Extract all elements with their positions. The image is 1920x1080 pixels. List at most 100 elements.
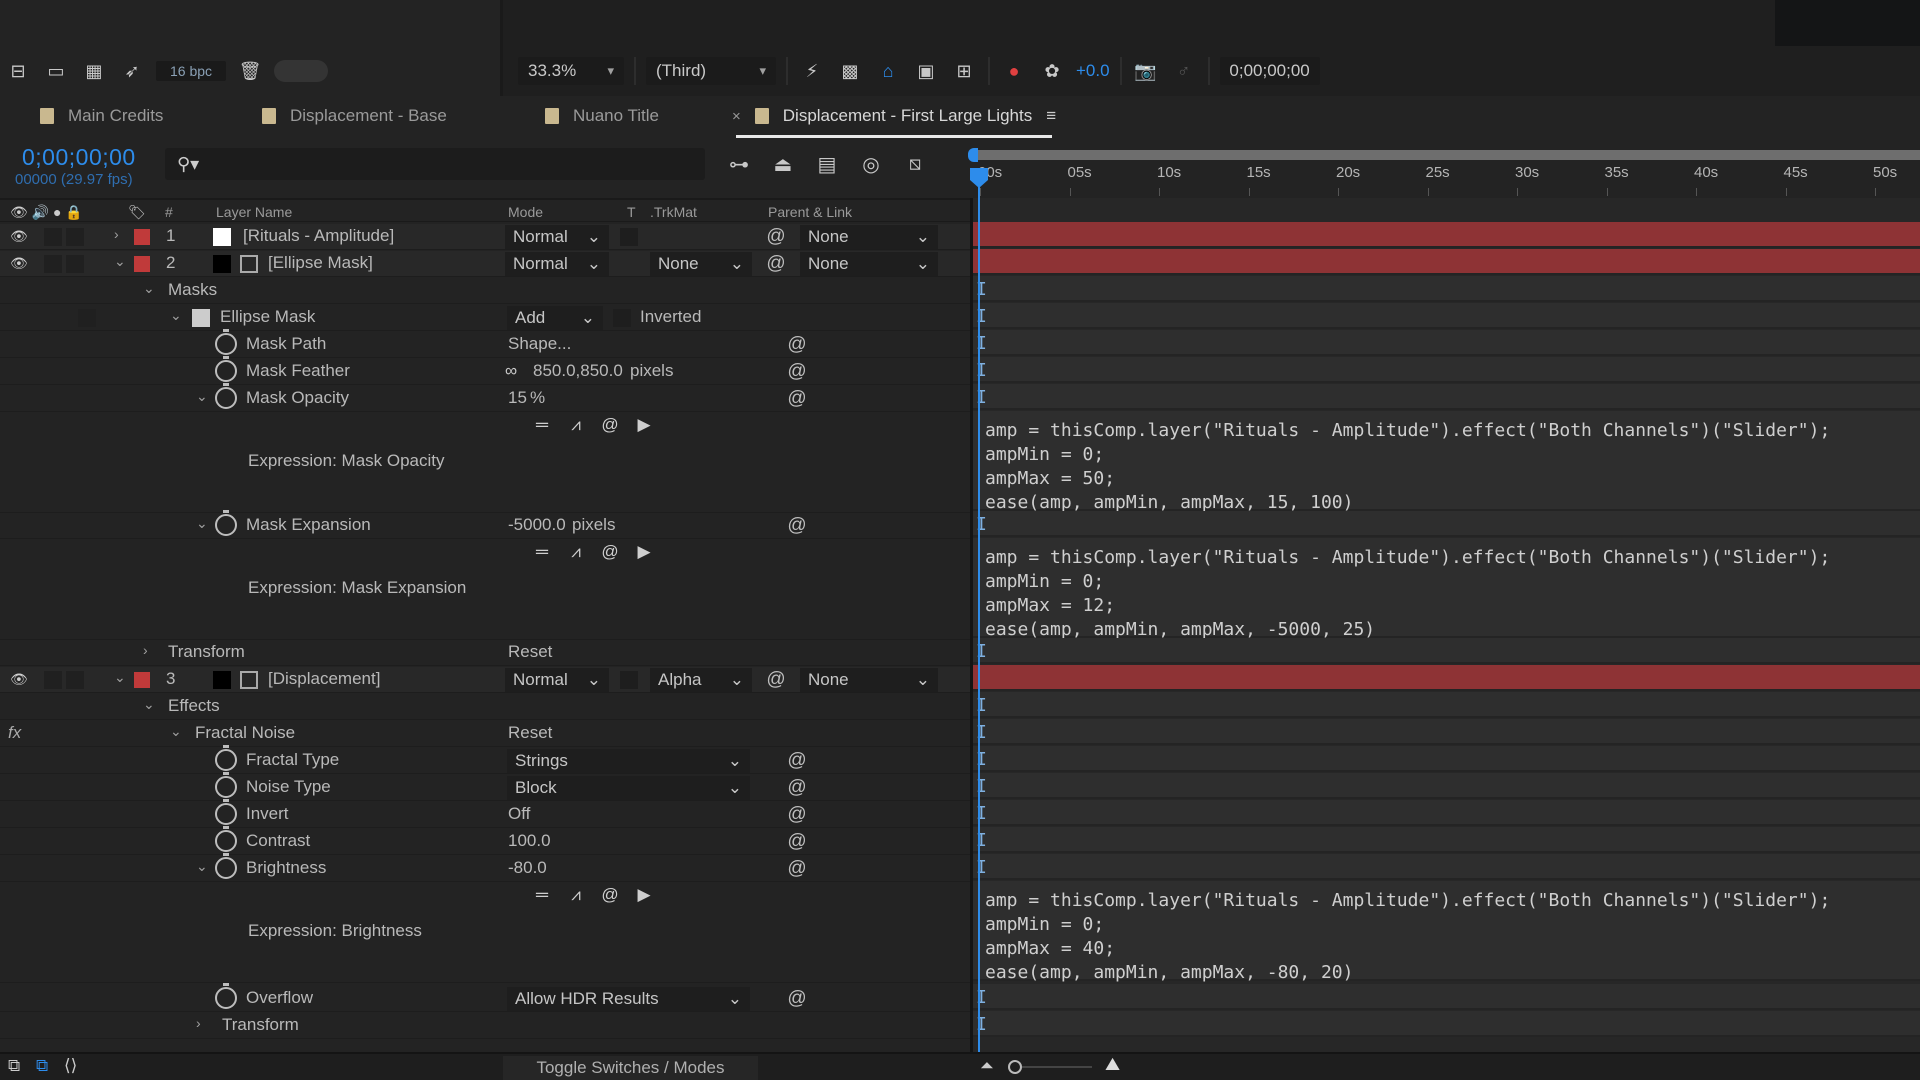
inverted-checkbox[interactable] bbox=[613, 309, 631, 327]
layer-row-1[interactable]: 👁 › 1 [Rituals - Amplitude] Normal ⌄ @ No… bbox=[0, 224, 970, 250]
expression-pickwhip-icon[interactable]: @ bbox=[598, 540, 622, 564]
layer-bar-3[interactable] bbox=[973, 665, 1920, 691]
overflow-row[interactable]: Overflow Allow HDR Results ⌄ @ bbox=[0, 983, 970, 1012]
region-of-interest-icon[interactable]: ▣ bbox=[912, 59, 940, 83]
mask-feather-value[interactable]: 850.0,850.0 bbox=[533, 361, 623, 381]
stopwatch-icon[interactable] bbox=[215, 510, 237, 536]
solo-switch[interactable] bbox=[66, 671, 84, 689]
layer-bar-2[interactable] bbox=[973, 249, 1920, 275]
label-color[interactable] bbox=[134, 229, 150, 245]
column-layer-name[interactable]: Layer Name bbox=[216, 204, 292, 220]
twirl-open-icon[interactable]: ⌄ bbox=[196, 388, 208, 405]
contrast-row[interactable]: Contrast 100.0 @ bbox=[0, 826, 970, 855]
enable-expression-icon[interactable]: ═ bbox=[530, 540, 554, 564]
color-management-icon[interactable]: ✿ bbox=[1038, 59, 1066, 83]
stopwatch-icon[interactable] bbox=[215, 983, 237, 1009]
expression-editor-brightness[interactable]: amp = thisComp.layer("Rituals - Amplitud… bbox=[973, 881, 1920, 983]
expression-language-menu-icon[interactable]: ▶ bbox=[632, 540, 656, 564]
project-settings-icon[interactable]: ▦ bbox=[80, 59, 108, 83]
mask-lock-switch[interactable] bbox=[78, 309, 96, 327]
panel-menu-icon[interactable]: ≡ bbox=[1046, 106, 1056, 126]
mask-color-swatch[interactable] bbox=[192, 309, 210, 327]
brightness-value[interactable]: -80.0 bbox=[508, 858, 547, 878]
mask-path-row[interactable]: Mask Path Shape... @ bbox=[0, 329, 970, 358]
mask-feather-row[interactable]: Mask Feather ∞ 850.0,850.0 pixels @ bbox=[0, 356, 970, 385]
tab-displacement-base[interactable]: Displacement - Base bbox=[262, 106, 447, 126]
layer-row-2[interactable]: 👁 ⌄ 2 [Ellipse Mask] Normal ⌄ None ⌄ @ Non… bbox=[0, 251, 970, 277]
twirl-open-icon[interactable]: ⌄ bbox=[143, 696, 155, 713]
zoom-dropdown[interactable]: 33.3% ▾ bbox=[518, 57, 624, 85]
motion-blur-icon[interactable]: ◎ bbox=[857, 150, 885, 178]
pickwhip-icon[interactable]: @ bbox=[764, 252, 788, 276]
stopwatch-icon[interactable] bbox=[215, 853, 237, 879]
fractal-type-row[interactable]: Fractal Type Strings ⌄ @ bbox=[0, 745, 970, 774]
contrast-value[interactable]: 100.0 bbox=[508, 831, 551, 851]
mode-dropdown[interactable]: Normal ⌄ bbox=[505, 668, 609, 692]
constrain-link-icon[interactable]: ∞ bbox=[505, 361, 517, 381]
invert-row[interactable]: Invert Off @ bbox=[0, 799, 970, 828]
mode-dropdown[interactable]: Normal ⌄ bbox=[505, 252, 609, 276]
trkmat-dropdown[interactable]: Alpha ⌄ bbox=[650, 668, 752, 692]
stopwatch-icon[interactable] bbox=[215, 799, 237, 825]
pickwhip-icon[interactable]: @ bbox=[764, 225, 788, 249]
column-trkmat[interactable]: .TrkMat bbox=[650, 204, 697, 220]
layer-bar-1[interactable] bbox=[973, 222, 1920, 248]
stopwatch-icon[interactable] bbox=[215, 356, 237, 382]
fast-preview-icon[interactable]: ⚡ bbox=[798, 59, 826, 83]
expression-graph-icon[interactable]: ⩘ bbox=[564, 883, 588, 907]
stopwatch-icon[interactable] bbox=[215, 826, 237, 852]
timeline-zoom-slider[interactable] bbox=[1008, 1057, 1098, 1075]
twirl-open-icon[interactable]: ⌄ bbox=[170, 723, 182, 740]
transparency-grid-icon[interactable]: ▩ bbox=[836, 59, 864, 83]
expression-language-menu-icon[interactable]: ▶ bbox=[632, 883, 656, 907]
timeline-graph[interactable]: I I I I I amp = thisComp.layer("Rituals … bbox=[970, 198, 1920, 1052]
mask-expansion-value[interactable]: -5000.0 bbox=[508, 515, 566, 535]
render-rocket-icon[interactable]: ➶ bbox=[118, 59, 146, 83]
time-ruler[interactable]: 00s 05s 10s 15s 20s 25s 30s 35s 40s 45s 50s bbox=[968, 138, 1920, 198]
mode-dropdown[interactable]: Normal ⌄ bbox=[505, 225, 609, 249]
viewer-time-display[interactable]: 0;00;00;00 bbox=[1219, 57, 1320, 85]
pickwhip-icon[interactable]: @ bbox=[785, 830, 809, 854]
audio-switch[interactable] bbox=[44, 228, 62, 246]
label-color[interactable] bbox=[134, 672, 150, 688]
pickwhip-icon[interactable]: @ bbox=[785, 749, 809, 773]
twirl-closed-icon[interactable]: › bbox=[196, 1015, 201, 1031]
audio-switch[interactable] bbox=[44, 255, 62, 273]
trash-icon[interactable]: 🗑 bbox=[236, 59, 264, 83]
reset-link[interactable]: Reset bbox=[508, 642, 552, 662]
transform-row[interactable]: › Transform Reset bbox=[0, 640, 970, 666]
comp-flowchart-icon[interactable]: ⊶ bbox=[725, 150, 753, 178]
playhead-line[interactable] bbox=[978, 176, 980, 1052]
shy-layers-icon[interactable]: ⏏ bbox=[769, 150, 797, 178]
exposure-value[interactable]: +0.0 bbox=[1076, 61, 1110, 81]
preserve-transparency-switch[interactable] bbox=[620, 228, 638, 246]
pickwhip-icon[interactable]: @ bbox=[764, 668, 788, 692]
twirl-open-icon[interactable]: ⌄ bbox=[196, 515, 208, 532]
noise-type-row[interactable]: Noise Type Block ⌄ @ bbox=[0, 772, 970, 801]
transfer-controls-pane-icon[interactable]: ⧉ bbox=[36, 1056, 48, 1076]
label-color[interactable] bbox=[134, 256, 150, 272]
eye-icon[interactable]: 👁 bbox=[10, 255, 28, 271]
layer-name[interactable]: [Displacement] bbox=[268, 669, 380, 689]
mask-path-value[interactable]: Shape... bbox=[508, 334, 571, 354]
parent-dropdown[interactable]: None ⌄ bbox=[800, 225, 938, 249]
expression-graph-icon[interactable]: ⩘ bbox=[564, 413, 588, 437]
eye-icon[interactable]: 👁 bbox=[10, 671, 28, 687]
expression-pickwhip-icon[interactable]: @ bbox=[598, 883, 622, 907]
pickwhip-icon[interactable]: @ bbox=[785, 360, 809, 384]
current-time-display[interactable]: 0;00;00;00 bbox=[22, 144, 136, 171]
graph-editor-icon[interactable]: ⧅ bbox=[901, 150, 929, 178]
mask-mode-dropdown[interactable]: Add ⌄ bbox=[507, 306, 603, 330]
layer-name[interactable]: [Rituals - Amplitude] bbox=[243, 226, 394, 246]
pickwhip-icon[interactable]: @ bbox=[785, 987, 809, 1011]
resolution-dropdown[interactable]: (Third) ▾ bbox=[646, 57, 776, 85]
snapshot-camera-icon[interactable]: 📷 bbox=[1132, 59, 1160, 83]
parent-dropdown[interactable]: None ⌄ bbox=[800, 252, 938, 276]
twirl-open-icon[interactable]: ⌄ bbox=[114, 669, 126, 686]
stopwatch-icon[interactable] bbox=[215, 383, 237, 409]
twirl-open-icon[interactable]: ⌄ bbox=[196, 858, 208, 875]
pickwhip-icon[interactable]: @ bbox=[785, 333, 809, 357]
ellipse-mask-row[interactable]: ⌄ Ellipse Mask Add ⌄ Inverted bbox=[0, 305, 970, 331]
effect-transform-row[interactable]: › Transform bbox=[0, 1013, 970, 1039]
expression-editor-mask-expansion[interactable]: amp = thisComp.layer("Rituals - Amplitud… bbox=[973, 538, 1920, 640]
